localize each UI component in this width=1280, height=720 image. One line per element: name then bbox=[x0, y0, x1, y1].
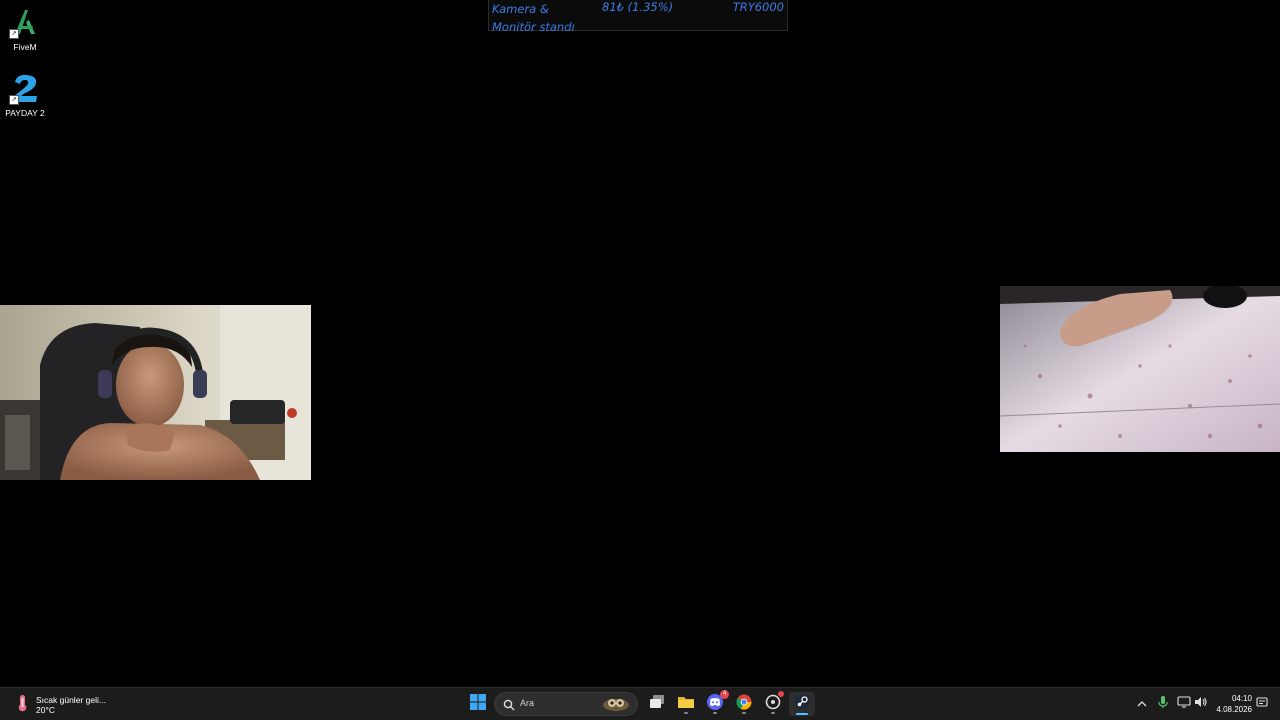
goal-item-line2: Monitör standı bbox=[492, 20, 575, 34]
taskbar-search-box[interactable]: Ara bbox=[494, 692, 638, 716]
taskbar-clock[interactable]: 04:10 4.08.2026 bbox=[1216, 693, 1252, 715]
payday2-icon: ↗ bbox=[9, 72, 41, 105]
goal-amount: 81₺ (1.35%) bbox=[602, 0, 674, 14]
notification-center-button[interactable] bbox=[1254, 694, 1270, 714]
task-view-button[interactable] bbox=[644, 692, 670, 716]
running-indicator bbox=[742, 712, 746, 714]
search-placeholder: Ara bbox=[520, 698, 535, 708]
clock-date: 4.08.2026 bbox=[1216, 705, 1252, 714]
goal-item-line1: Kamera & bbox=[492, 2, 549, 16]
start-button[interactable] bbox=[465, 692, 491, 716]
weather-text: Sıcak günler geli... bbox=[36, 695, 106, 705]
shortcut-arrow-icon: ↗ bbox=[9, 29, 19, 39]
steam-icon bbox=[794, 694, 810, 715]
file-explorer-button[interactable] bbox=[673, 692, 699, 716]
desktop-icon-payday2[interactable]: ↗ PAYDAY 2 bbox=[0, 72, 50, 118]
volume-status[interactable] bbox=[1193, 694, 1209, 714]
weather-widget[interactable]: Sıcak günler geli... 20°C bbox=[14, 693, 106, 717]
goal-item-name: Kamera & Monitör standı bbox=[492, 0, 592, 36]
webcam-floor-feed bbox=[1000, 286, 1280, 452]
chrome-button[interactable] bbox=[731, 692, 757, 716]
running-indicator bbox=[771, 712, 775, 714]
search-highlight-icon bbox=[601, 695, 631, 718]
show-hidden-icons-button[interactable] bbox=[1134, 694, 1150, 714]
notification-badge: 4 bbox=[720, 689, 729, 699]
desktop-icon-label: PAYDAY 2 bbox=[5, 108, 45, 118]
recording-app-button[interactable] bbox=[760, 690, 786, 716]
desktop-icon-fivem[interactable]: ↗ FiveM bbox=[0, 6, 50, 52]
shortcut-arrow-icon: ↗ bbox=[9, 95, 19, 105]
notification-bell-icon bbox=[1256, 695, 1268, 713]
task-view-icon bbox=[649, 694, 665, 715]
donation-goal-overlay: Kamera & Monitör standı 81₺ (1.35%) TRY6… bbox=[488, 0, 788, 34]
live-indicator-dot bbox=[778, 690, 784, 697]
network-icon bbox=[1177, 695, 1191, 713]
search-icon bbox=[503, 698, 515, 716]
desktop-icon-label: FiveM bbox=[13, 42, 37, 52]
goal-target: TRY6000 bbox=[732, 0, 784, 14]
microphone-status[interactable] bbox=[1156, 694, 1170, 714]
microphone-icon bbox=[1158, 695, 1168, 714]
discord-button[interactable]: 4 bbox=[702, 689, 729, 716]
steam-button[interactable] bbox=[789, 692, 815, 716]
webcam-face-feed bbox=[0, 305, 311, 480]
running-indicator bbox=[684, 712, 688, 714]
weather-temp: 20°C bbox=[36, 705, 55, 715]
speaker-icon bbox=[1194, 695, 1208, 713]
taskbar: Sıcak günler geli... 20°C Ara 4 04:10 4.… bbox=[0, 687, 1280, 720]
chevron-up-icon bbox=[1137, 695, 1147, 713]
fivem-icon: ↗ bbox=[9, 6, 41, 39]
clock-time: 04:10 bbox=[1231, 694, 1252, 703]
running-indicator bbox=[713, 712, 717, 714]
weather-icon bbox=[14, 694, 30, 717]
network-status[interactable] bbox=[1176, 694, 1192, 714]
active-app-indicator bbox=[796, 713, 808, 715]
windows-start-icon bbox=[470, 693, 486, 715]
